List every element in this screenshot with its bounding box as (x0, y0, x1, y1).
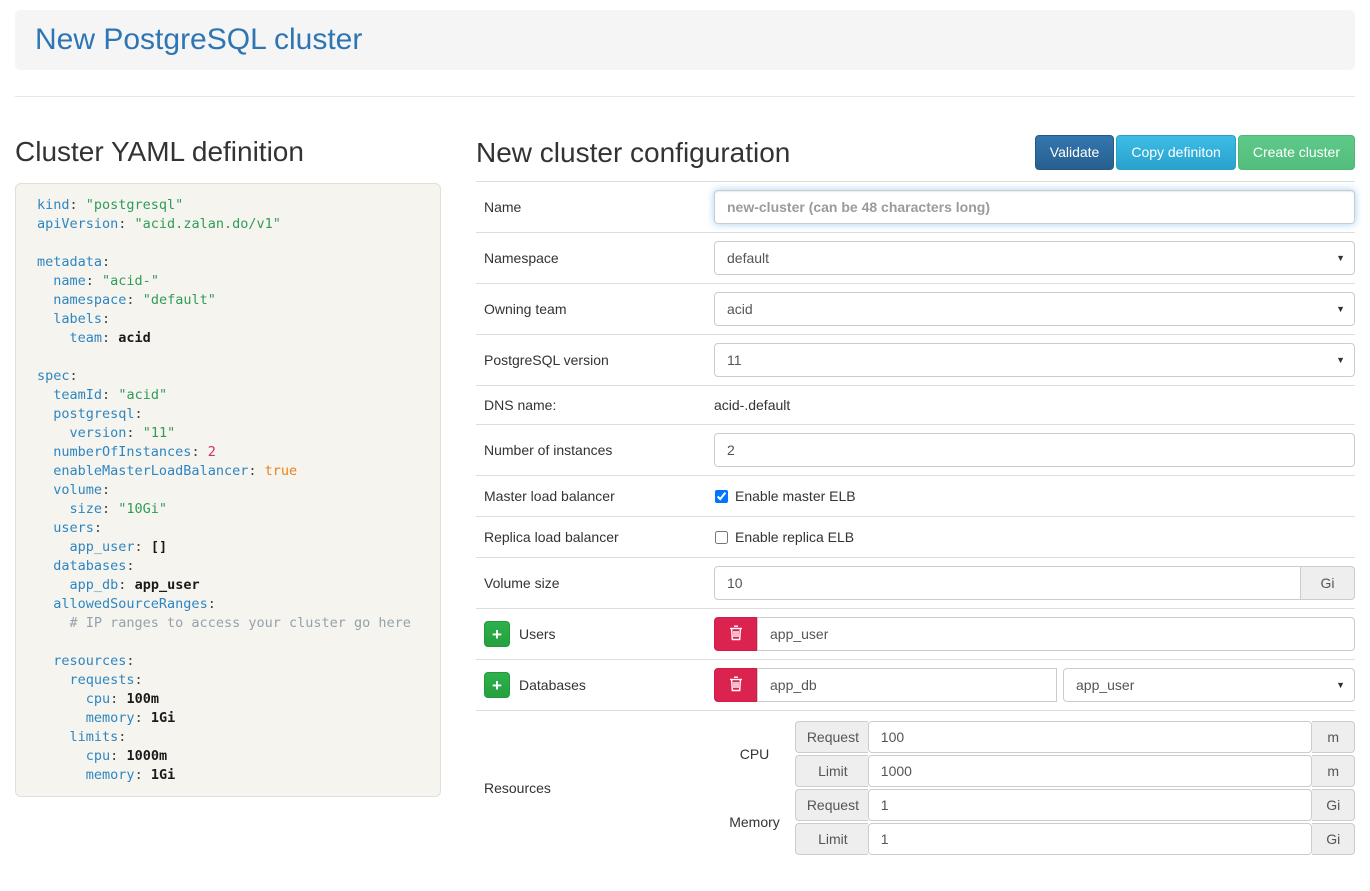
action-buttons: Validate Copy definiton Create cluster (1035, 135, 1355, 170)
chevron-down-icon: ▼ (1336, 355, 1345, 365)
database-item (714, 668, 1057, 702)
database-name-input[interactable] (757, 668, 1057, 702)
master-lb-label: Master load balancer (484, 488, 714, 504)
dns-name-value: acid-.default (714, 395, 790, 415)
trash-icon (729, 625, 743, 644)
create-cluster-button[interactable]: Create cluster (1238, 135, 1355, 170)
form-row-pg-version: PostgreSQL version 11 ▼ (476, 334, 1355, 385)
cluster-yaml-definition: kind: "postgresql"apiVersion: "acid.zala… (15, 183, 441, 797)
cpu-limit-addon: Limit (795, 755, 868, 787)
form-row-volume: Volume size Gi (476, 557, 1355, 608)
form-row-namespace: Namespace default ▼ (476, 232, 1355, 283)
add-user-button[interactable]: + (484, 621, 510, 647)
instances-label: Number of instances (484, 442, 714, 458)
pg-version-label: PostgreSQL version (484, 352, 714, 368)
memory-resource-group: Memory Request Gi Limit Gi (714, 789, 1355, 855)
form-row-databases: + Databases (476, 659, 1355, 710)
cpu-resource-group: CPU Request m Limit m (714, 721, 1355, 787)
yaml-column: Cluster YAML definition kind: "postgresq… (15, 135, 441, 797)
memory-limit-row: Limit Gi (795, 823, 1355, 855)
add-database-button[interactable]: + (484, 672, 510, 698)
config-column: New cluster configuration Validate Copy … (476, 135, 1355, 865)
databases-label: Databases (519, 677, 586, 693)
namespace-select-value: default (727, 250, 769, 266)
cpu-limit-row: Limit m (795, 755, 1355, 787)
memory-request-addon: Request (795, 789, 868, 821)
form-row-replica-lb: Replica load balancer Enable replica ELB (476, 516, 1355, 557)
volume-size-input[interactable] (714, 566, 1301, 600)
cpu-limit-unit-addon: m (1312, 755, 1355, 787)
resources-label: Resources (484, 780, 714, 796)
validate-button[interactable]: Validate (1035, 135, 1115, 170)
cpu-request-row: Request m (795, 721, 1355, 753)
delete-database-button[interactable] (714, 668, 757, 702)
cpu-request-input[interactable] (868, 721, 1313, 753)
name-label: Name (484, 199, 714, 215)
owning-team-select[interactable]: acid ▼ (714, 292, 1355, 326)
form-row-master-lb: Master load balancer Enable master ELB (476, 475, 1355, 516)
cpu-request-unit-addon: m (1312, 721, 1355, 753)
memory-group-label: Memory (714, 814, 795, 830)
pg-version-select-value: 11 (727, 352, 742, 368)
form-row-name: Name (476, 181, 1355, 232)
volume-unit-addon: Gi (1301, 566, 1355, 600)
memory-limit-input[interactable] (868, 823, 1313, 855)
trash-icon (729, 676, 743, 695)
yaml-code: kind: "postgresql"apiVersion: "acid.zala… (37, 196, 440, 785)
user-item (714, 617, 1355, 651)
header-divider (15, 96, 1355, 97)
cluster-name-input[interactable] (714, 190, 1355, 224)
page-header: New PostgreSQL cluster (15, 10, 1355, 70)
replica-elb-checkbox[interactable] (715, 531, 728, 544)
memory-limit-unit-addon: Gi (1312, 823, 1355, 855)
namespace-label: Namespace (484, 250, 714, 266)
form-row-instances: Number of instances (476, 424, 1355, 475)
user-name-input[interactable] (757, 617, 1355, 651)
delete-user-button[interactable] (714, 617, 757, 651)
form-row-owning-team: Owning team acid ▼ (476, 283, 1355, 334)
yaml-heading: Cluster YAML definition (15, 135, 441, 169)
database-owner-select[interactable]: app_user ▼ (1063, 668, 1355, 702)
dns-name-label: DNS name: (484, 397, 714, 413)
master-elb-checkbox-label[interactable]: Enable master ELB (714, 488, 856, 504)
replica-elb-checkbox-label[interactable]: Enable replica ELB (714, 529, 854, 545)
page-title: New PostgreSQL cluster (35, 21, 1335, 59)
form-row-users: + Users (476, 608, 1355, 659)
pg-version-select[interactable]: 11 ▼ (714, 343, 1355, 377)
users-label: Users (519, 626, 556, 642)
memory-limit-addon: Limit (795, 823, 868, 855)
memory-request-unit-addon: Gi (1312, 789, 1355, 821)
replica-elb-checkbox-text: Enable replica ELB (735, 529, 854, 545)
memory-request-input[interactable] (868, 789, 1313, 821)
master-elb-checkbox-text: Enable master ELB (735, 488, 856, 504)
cpu-group-label: CPU (714, 746, 795, 762)
instances-input[interactable] (714, 433, 1355, 467)
namespace-select[interactable]: default ▼ (714, 241, 1355, 275)
config-heading: New cluster configuration (476, 136, 790, 170)
database-owner-select-value: app_user (1076, 677, 1134, 693)
chevron-down-icon: ▼ (1336, 680, 1345, 690)
form-row-resources: Resources CPU Request m Limit (476, 710, 1355, 865)
cluster-config-form: Name Namespace default ▼ Owning team (476, 181, 1355, 865)
owning-team-select-value: acid (727, 301, 753, 317)
copy-definition-button[interactable]: Copy definiton (1116, 135, 1236, 170)
chevron-down-icon: ▼ (1336, 253, 1345, 263)
cpu-limit-input[interactable] (868, 755, 1313, 787)
owning-team-label: Owning team (484, 301, 714, 317)
chevron-down-icon: ▼ (1336, 304, 1345, 314)
master-elb-checkbox[interactable] (715, 490, 728, 503)
replica-lb-label: Replica load balancer (484, 529, 714, 545)
volume-label: Volume size (484, 575, 714, 591)
cpu-request-addon: Request (795, 721, 868, 753)
memory-request-row: Request Gi (795, 789, 1355, 821)
form-row-dns-name: DNS name: acid-.default (476, 385, 1355, 424)
